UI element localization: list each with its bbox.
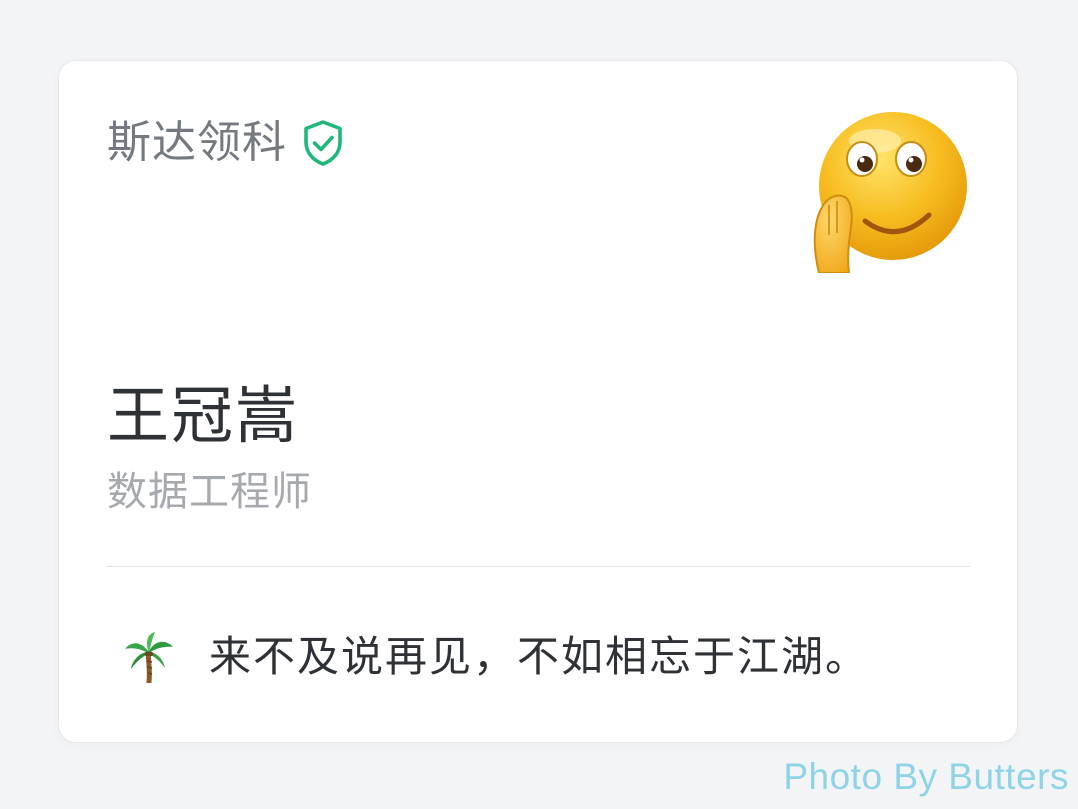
palm-tree-icon [123,631,175,685]
verified-shield-icon [301,119,345,167]
motto-text: 来不及说再见，不如相忘于江湖。 [209,632,870,681]
avatar [807,109,971,273]
smiling-emoji-icon [813,112,967,273]
profile-card: 斯达领科 王冠嵩 数据工程师 来不及说再见，不如相忘于江湖。 [58,60,1018,743]
photo-credit-watermark: Photo By Butters [783,756,1069,797]
company-row: 斯达领科 [107,117,345,169]
job-title: 数据工程师 [107,469,312,515]
company-name: 斯达领科 [107,117,287,168]
divider [106,566,970,567]
motto-row: 来不及说再见，不如相忘于江湖。 [123,629,869,685]
person-name: 王冠嵩 [107,379,300,452]
